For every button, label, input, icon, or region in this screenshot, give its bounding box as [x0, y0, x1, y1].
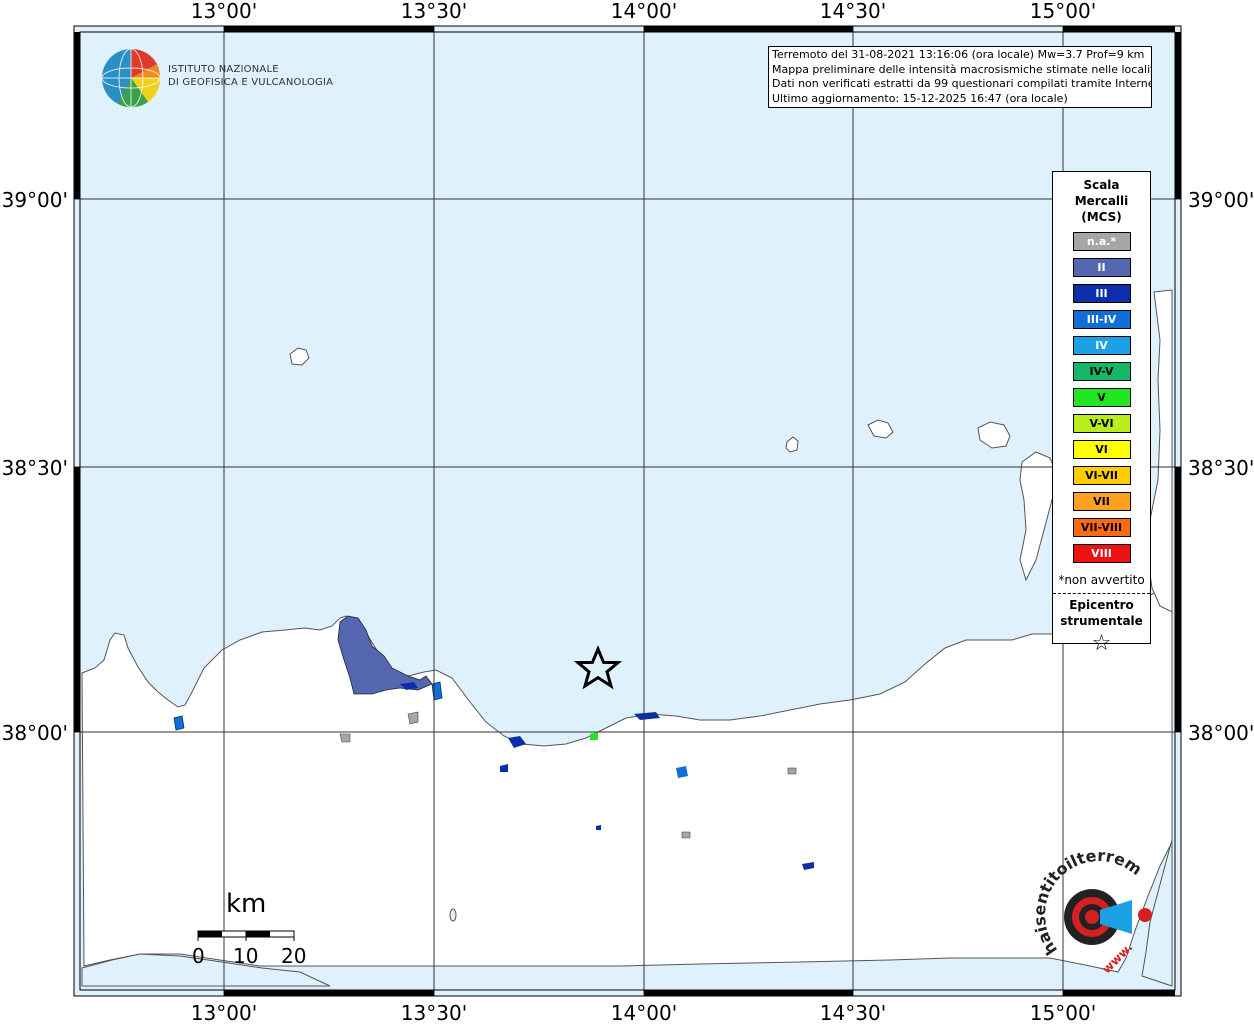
- legend-item: II: [1072, 258, 1131, 277]
- legend-item: VI: [1072, 440, 1131, 459]
- scale-label: 20: [281, 944, 307, 968]
- lon-label: 14°30': [820, 1001, 886, 1024]
- legend-item: VII-VIII: [1072, 518, 1131, 537]
- scale-label: 10: [233, 944, 259, 968]
- lon-labels-bottom: 13°00' 13°30' 14°00' 14°30' 15°00': [191, 1001, 1096, 1024]
- legend-epicenter-line: Epicentro: [1069, 598, 1134, 612]
- legend-title: Scala Mercalli (MCS): [1053, 177, 1150, 225]
- legend-divider: [1053, 593, 1150, 594]
- legend-item: VII: [1072, 492, 1131, 511]
- lon-label: 14°00': [611, 0, 677, 23]
- lat-label: 39°00': [1188, 188, 1254, 212]
- earthquake-info-box: Terremoto del 31-08-2021 13:16:06 (ora l…: [768, 46, 1152, 108]
- lat-label: 39°00': [2, 188, 68, 212]
- lon-label: 15°00': [1030, 0, 1096, 23]
- lat-label: 38°30': [2, 456, 68, 480]
- lat-label: 38°00': [1188, 721, 1254, 745]
- legend-items: n.a.* II III III-IV IV IV-V V V-VI VI VI-VII VII VI…: [1053, 232, 1150, 563]
- lon-labels-top: 13°00' 13°30' 14°00' 14°30' 15°00': [191, 0, 1096, 23]
- ingv-line2: DI GEOFISICA E VULCANOLOGIA: [168, 77, 334, 88]
- scale-label: 0: [192, 944, 205, 968]
- lon-label: 13°00': [191, 0, 257, 23]
- lat-labels-right: 39°00' 38°30' 38°00': [1188, 188, 1254, 745]
- scale-title: km: [226, 889, 267, 919]
- ingv-line1: ISTITUTO NAZIONALE: [168, 64, 279, 75]
- legend-note: *non avvertito: [1058, 573, 1145, 587]
- legend-star-icon: ☆: [1091, 631, 1112, 656]
- intensity-legend: Scala Mercalli (MCS) n.a.* II III III-IV IV I…: [1052, 171, 1151, 656]
- legend-item: IV-V: [1072, 362, 1131, 381]
- info-line2: Mappa preliminare delle intensità macros…: [772, 62, 1152, 76]
- legend-epicenter-label: Epicentro strumentale: [1053, 597, 1150, 629]
- ingv-name: ISTITUTO NAZIONALE DI GEOFISICA E VULCAN…: [168, 63, 333, 89]
- legend-item: IV: [1072, 336, 1131, 355]
- legend-item: VI-VII: [1072, 466, 1131, 485]
- legend-title-line: (MCS): [1081, 210, 1122, 224]
- lon-label: 13°00': [191, 1001, 257, 1024]
- legend-item: III-IV: [1072, 310, 1131, 329]
- legend-item: V: [1072, 388, 1131, 407]
- lake: [449, 908, 457, 922]
- info-line4: Ultimo aggiornamento: 15-12-2025 16:47 (…: [772, 91, 1068, 105]
- info-line3: Dati non verificati estratti da 99 quest…: [772, 77, 1152, 90]
- lat-label: 38°00': [2, 721, 68, 745]
- locality-intensity-na: [339, 733, 351, 743]
- legend-item: VIII: [1072, 544, 1131, 563]
- locality-intensity-na: [407, 711, 419, 725]
- lon-label: 14°30': [820, 0, 886, 23]
- legend-title-line: Mercalli: [1074, 194, 1129, 208]
- ingv-logo-icon: [101, 48, 161, 108]
- locality-intensity-na: [787, 767, 797, 775]
- legend-epicenter-line: strumentale: [1060, 614, 1143, 628]
- lat-label: 38°30': [1188, 456, 1254, 480]
- lon-label: 15°00': [1030, 1001, 1096, 1024]
- locality-intensity-III-IV: [173, 715, 185, 731]
- locality-intensity-na: [681, 831, 691, 839]
- lon-label: 14°00': [611, 1001, 677, 1024]
- legend-title-line: Scala: [1083, 178, 1120, 192]
- lon-label: 13°30': [401, 0, 467, 23]
- legend-item: III: [1072, 284, 1131, 303]
- info-line1: Terremoto del 31-08-2021 13:16:06 (ora l…: [772, 48, 1145, 61]
- lon-label: 13°30': [401, 1001, 467, 1024]
- legend-item: n.a.*: [1072, 232, 1131, 251]
- lat-labels-left: 39°00' 38°30' 38°00': [2, 188, 68, 745]
- legend-item: V-VI: [1072, 414, 1131, 433]
- locality-intensity-III-IV: [676, 766, 688, 778]
